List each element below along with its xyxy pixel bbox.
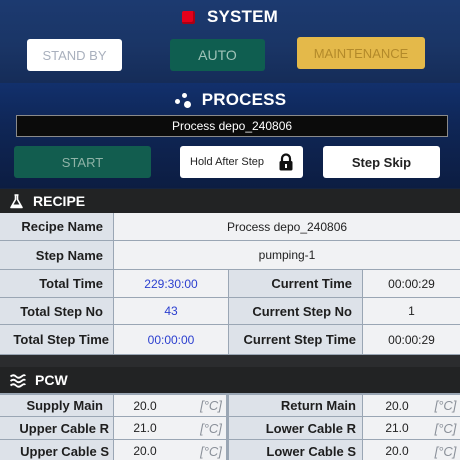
recipe-table-spacer	[0, 355, 460, 367]
total-time-label: Total Time	[0, 270, 113, 297]
pcw-header-label: PCW	[35, 372, 68, 388]
water-waves-icon	[9, 373, 26, 388]
system-title-label: SYSTEM	[206, 7, 279, 26]
step-name-value: pumping-1	[114, 241, 460, 269]
pcw-right-unit: [°C]	[431, 440, 460, 460]
current-time-label: Current Time	[229, 270, 362, 297]
pcw-left-value: 20.0	[114, 395, 196, 416]
pcw-right-label: Lower Cable R	[229, 417, 362, 439]
current-step-no-label: Current Step No	[229, 298, 362, 324]
current-step-time-value: 00:00:29	[363, 325, 460, 354]
step-skip-button[interactable]: Step Skip	[323, 146, 440, 178]
auto-button[interactable]: AUTO	[170, 39, 265, 71]
recipe-table: Recipe Name Process depo_240806 Step Nam…	[0, 213, 460, 367]
pcw-left-unit: [°C]	[196, 440, 226, 460]
process-recipe-display: Process depo_240806	[16, 115, 448, 137]
dots-icon	[174, 91, 192, 109]
hold-after-step-button[interactable]: Hold After Step	[180, 146, 303, 178]
total-step-time-label: Total Step Time	[0, 325, 113, 354]
red-square-icon	[181, 10, 195, 24]
current-step-no-value: 1	[363, 298, 460, 324]
pcw-left-unit: [°C]	[196, 417, 226, 439]
lock-icon	[279, 153, 293, 171]
pcw-table: Supply Main 20.0 [°C] Return Main 20.0 […	[0, 393, 460, 460]
pcw-right-label: Return Main	[229, 395, 362, 416]
pcw-header: PCW	[0, 367, 460, 393]
pcw-right-value: 20.0	[363, 395, 431, 416]
pcw-right-value: 20.0	[363, 440, 431, 460]
standby-button[interactable]: STAND BY	[27, 39, 122, 71]
system-title: SYSTEM	[0, 6, 460, 28]
pcw-left-value: 21.0	[114, 417, 196, 439]
recipe-header: RECIPE	[0, 189, 460, 213]
total-time-value: 229:30:00	[114, 270, 228, 297]
recipe-header-label: RECIPE	[33, 193, 86, 209]
recipe-name-label: Recipe Name	[0, 213, 113, 240]
maintenance-button[interactable]: MAINTENANCE	[297, 37, 425, 69]
pcw-right-label: Lower Cable S	[229, 440, 362, 460]
current-time-value: 00:00:29	[363, 270, 460, 297]
recipe-name-value: Process depo_240806	[114, 213, 460, 240]
pcw-left-label: Supply Main	[0, 395, 113, 416]
system-panel: SYSTEM STAND BY AUTO MAINTENANCE	[0, 0, 460, 83]
pcw-right-unit: [°C]	[431, 417, 460, 439]
step-name-label: Step Name	[0, 241, 113, 269]
pcw-left-label: Upper Cable R	[0, 417, 113, 439]
current-step-time-label: Current Step Time	[229, 325, 362, 354]
pcw-left-value: 20.0	[114, 440, 196, 460]
pcw-right-unit: [°C]	[431, 395, 460, 416]
pcw-left-unit: [°C]	[196, 395, 226, 416]
total-step-no-label: Total Step No	[0, 298, 113, 324]
process-panel: PROCESS Process depo_240806 START Hold A…	[0, 83, 460, 188]
process-title: PROCESS	[0, 89, 460, 111]
total-step-time-value: 00:00:00	[114, 325, 228, 354]
pcw-right-value: 21.0	[363, 417, 431, 439]
flask-icon	[10, 193, 23, 208]
hold-after-step-label: Hold After Step	[190, 156, 264, 168]
process-title-label: PROCESS	[201, 90, 287, 109]
start-button[interactable]: START	[14, 146, 151, 178]
total-step-no-value: 43	[114, 298, 228, 324]
pcw-left-label: Upper Cable S	[0, 440, 113, 460]
